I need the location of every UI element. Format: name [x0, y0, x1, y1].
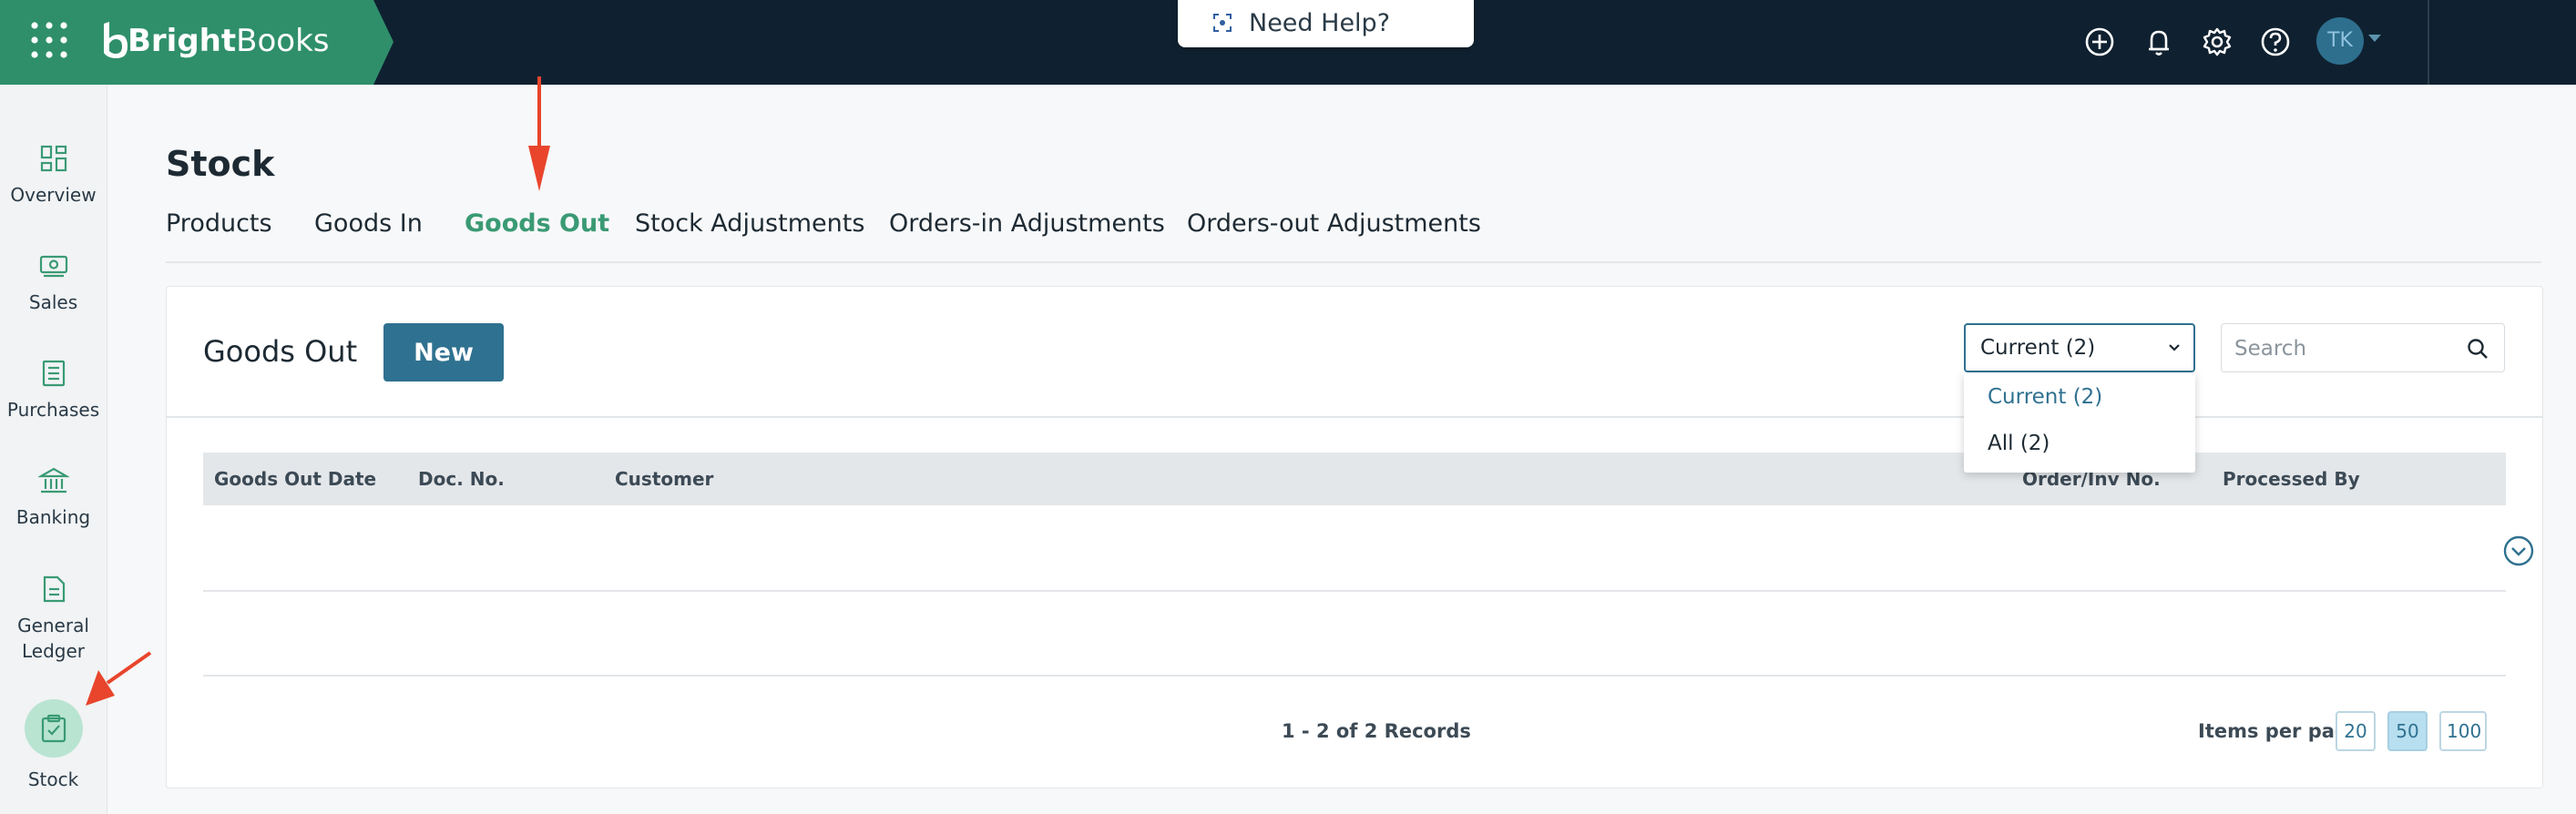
ledger-icon — [43, 575, 65, 603]
bank-icon — [37, 467, 69, 493]
tab-orders-out-adjustments[interactable]: Orders-out Adjustments — [1187, 209, 1481, 238]
records-count: 1 - 2 of 2 Records — [1282, 720, 1471, 742]
search-field[interactable] — [2221, 323, 2505, 372]
goods-out-panel: Goods Out New Current (2) Goods Out Date… — [166, 286, 2543, 789]
user-avatar[interactable]: TK — [2316, 17, 2364, 65]
sidebar-item-label: Stock — [27, 768, 79, 790]
sidebar-item-stock[interactable]: Stock — [0, 699, 107, 792]
tabs-divider — [166, 261, 2541, 263]
tab-goods-out[interactable]: Goods Out — [465, 209, 609, 238]
column-header-customer[interactable]: Customer — [615, 468, 713, 490]
sidebar-item-overview[interactable]: Overview — [0, 144, 107, 208]
gear-icon[interactable] — [2199, 24, 2235, 60]
sidebar: Overview Sales Purchases Banking General… — [0, 85, 107, 814]
search-input[interactable] — [2233, 331, 2464, 366]
plus-circle-icon[interactable] — [2081, 24, 2118, 60]
panel-title: Goods Out — [203, 334, 358, 369]
table-row[interactable] — [203, 590, 2506, 592]
sidebar-item-banking[interactable]: Banking — [0, 466, 107, 530]
brand-area: BrightBooks — [0, 0, 394, 85]
brand-name-bold: Bright — [128, 23, 237, 59]
sidebar-item-label: Purchases — [6, 399, 100, 421]
new-button[interactable]: New — [383, 323, 504, 382]
tab-stock-adjustments[interactable]: Stock Adjustments — [635, 209, 864, 238]
brand-name[interactable]: BrightBooks — [128, 20, 329, 62]
page-size-20-button[interactable]: 20 — [2336, 711, 2376, 751]
status-filter-value: Current (2) — [1980, 336, 2096, 360]
clipboard-check-icon — [41, 714, 66, 743]
sidebar-item-label: General Ledger — [17, 615, 89, 662]
sidebar-active-indicator — [24, 699, 83, 758]
sidebar-item-purchases[interactable]: Purchases — [0, 359, 107, 422]
page-size-100-button[interactable]: 100 — [2439, 711, 2487, 751]
column-header-processed-by[interactable]: Processed By — [2223, 468, 2360, 490]
sidebar-item-sales[interactable]: Sales — [0, 251, 107, 315]
status-filter-menu: Current (2) All (2) — [1964, 372, 2195, 473]
column-header-doc-no[interactable]: Doc. No. — [418, 468, 505, 490]
need-help-button[interactable]: Need Help? — [1178, 0, 1474, 47]
tab-goods-in[interactable]: Goods In — [314, 209, 423, 238]
arrow-to-goods-out-tab — [528, 76, 550, 191]
search-icon[interactable] — [2466, 337, 2489, 361]
brand-name-regular: Books — [236, 23, 330, 59]
help-expand-icon — [1213, 14, 1232, 32]
filter-option-current[interactable]: Current (2) — [1988, 385, 2102, 409]
status-filter-select[interactable]: Current (2) — [1964, 323, 2195, 372]
sidebar-item-label: Banking — [15, 506, 91, 528]
receipt-icon — [42, 360, 65, 387]
avatar-caret-icon[interactable] — [2368, 35, 2381, 42]
sidebar-item-general-ledger[interactable]: General Ledger — [0, 575, 107, 664]
tab-orders-in-adjustments[interactable]: Orders-in Adjustments — [889, 209, 1165, 238]
tab-products[interactable]: Products — [166, 209, 272, 238]
question-circle-icon[interactable] — [2257, 24, 2294, 60]
sidebar-item-label: Overview — [10, 184, 97, 206]
table-row[interactable] — [203, 675, 2506, 677]
filter-option-all[interactable]: All (2) — [1988, 432, 2050, 455]
dashboard-icon — [40, 145, 66, 172]
expand-rows-chevron-icon[interactable] — [2502, 534, 2535, 567]
app-grid-icon[interactable] — [29, 20, 69, 60]
bell-icon[interactable] — [2141, 24, 2177, 60]
chevron-down-icon — [2169, 344, 2180, 351]
top-bar: BrightBooks Need Help? TK — [0, 0, 2576, 85]
sidebar-item-label: Sales — [28, 291, 78, 313]
cash-icon — [39, 255, 67, 278]
need-help-label: Need Help? — [1249, 9, 1391, 37]
column-header-goods-out-date[interactable]: Goods Out Date — [214, 468, 376, 490]
page-title: Stock — [166, 144, 275, 184]
page-size-50-button[interactable]: 50 — [2387, 711, 2428, 751]
topbar-divider — [2428, 0, 2429, 85]
